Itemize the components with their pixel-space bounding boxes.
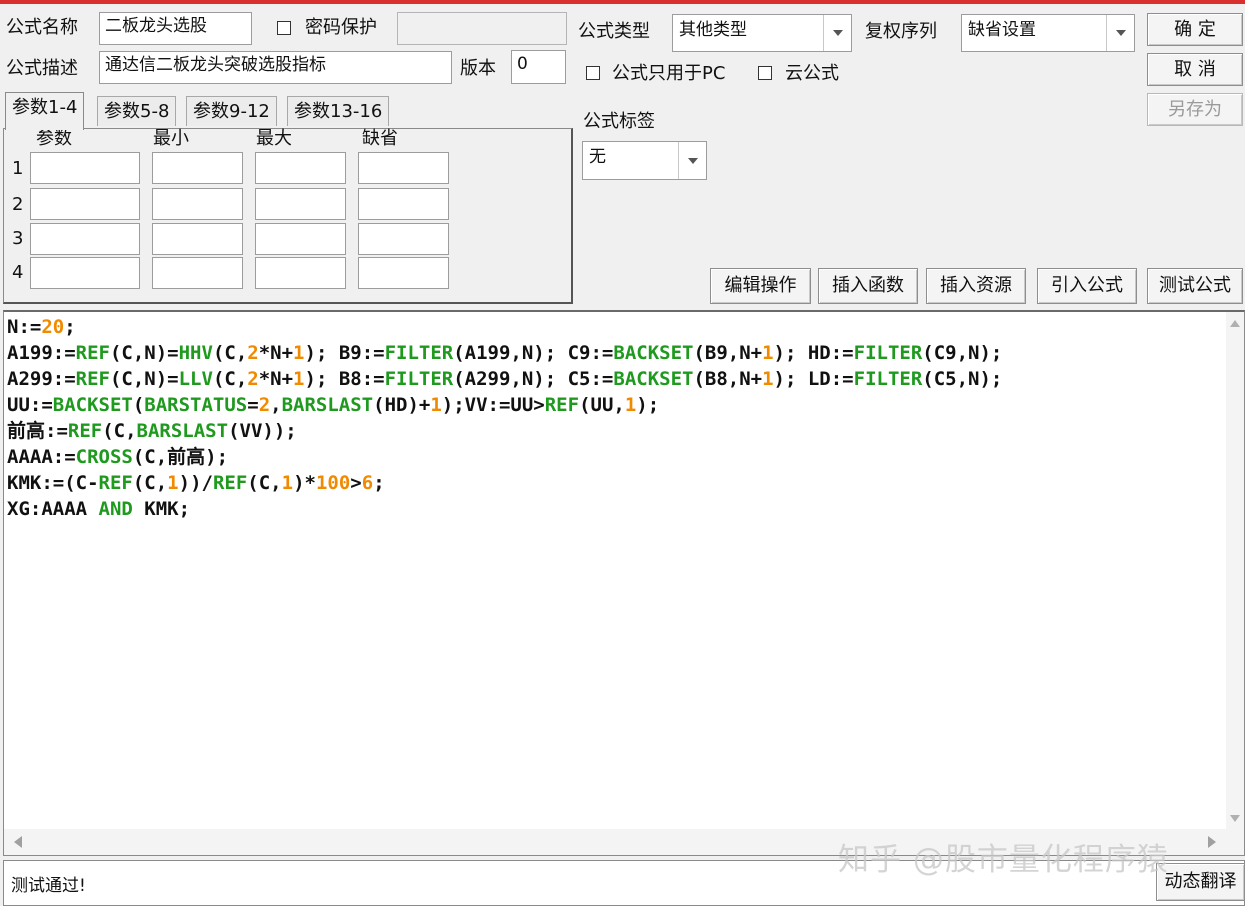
params-col-name: 参数 bbox=[36, 128, 72, 149]
tab-params-9-12[interactable]: 参数9-12 bbox=[186, 96, 277, 126]
edit-ops-button[interactable]: 编辑操作 bbox=[710, 268, 811, 304]
params-col-min: 最小 bbox=[153, 128, 189, 149]
scrollbar-corner bbox=[1226, 829, 1244, 855]
formula-name-label: 公式名称 bbox=[6, 17, 78, 38]
code-line: AAAA:=CROSS(C,前高); bbox=[7, 446, 229, 468]
chevron-down-icon[interactable] bbox=[823, 15, 851, 51]
version-label: 版本 bbox=[460, 58, 496, 79]
title-accent-bar bbox=[0, 0, 1245, 4]
version-input[interactable]: 0 bbox=[511, 50, 566, 84]
param-1-name-input[interactable] bbox=[30, 152, 140, 184]
tab-params-5-8[interactable]: 参数5-8 bbox=[97, 96, 177, 126]
param-4-name-input[interactable] bbox=[30, 257, 140, 289]
code-editor[interactable]: N:=20; A199:=REF(C,N)=HHV(C,2*N+1); B9:=F… bbox=[3, 310, 1245, 856]
code-line: A299:=REF(C,N)=LLV(C,2*N+1); B8:=FILTER(… bbox=[7, 368, 1003, 390]
formula-type-select[interactable]: 其他类型 bbox=[672, 14, 852, 52]
code-line: KMK:=(C-REF(C,1))/REF(C,1)*100>6; bbox=[7, 472, 385, 494]
scroll-down-icon[interactable] bbox=[1230, 815, 1240, 822]
tab-params-1-4[interactable]: 参数1-4 bbox=[5, 92, 85, 130]
param-2-max-input[interactable] bbox=[255, 188, 346, 220]
test-result-text: 测试通过! bbox=[11, 876, 86, 896]
param-2-min-input[interactable] bbox=[152, 188, 243, 220]
formula-tag-select[interactable]: 无 bbox=[582, 141, 707, 180]
formula-desc-input[interactable]: 通达信二板龙头突破选股指标 bbox=[99, 51, 452, 84]
param-3-min-input[interactable] bbox=[152, 223, 243, 255]
fuquan-label: 复权序列 bbox=[865, 21, 937, 42]
code-line: 前高:=REF(C,BARSLAST(VV)); bbox=[7, 420, 297, 442]
param-3-name-input[interactable] bbox=[30, 223, 140, 255]
pc-only-label: 公式只用于PC bbox=[612, 63, 726, 84]
scroll-up-icon[interactable] bbox=[1230, 320, 1240, 327]
password-input[interactable] bbox=[397, 12, 567, 45]
params-row-number: 3 bbox=[12, 228, 24, 249]
params-row-number: 1 bbox=[12, 158, 24, 179]
insert-resource-button[interactable]: 插入资源 bbox=[926, 268, 1026, 304]
formula-name-input[interactable]: 二板龙头选股 bbox=[99, 12, 252, 45]
formula-tag-value: 无 bbox=[589, 147, 606, 167]
param-2-default-input[interactable] bbox=[358, 188, 449, 220]
fuquan-select[interactable]: 缺省设置 bbox=[961, 14, 1135, 52]
chevron-down-icon[interactable] bbox=[678, 142, 706, 179]
cloud-formula-label: 云公式 bbox=[785, 63, 839, 84]
formula-desc-label: 公式描述 bbox=[6, 58, 78, 79]
param-4-max-input[interactable] bbox=[255, 257, 346, 289]
params-col-max: 最大 bbox=[256, 128, 292, 149]
param-1-max-input[interactable] bbox=[255, 152, 346, 184]
dynamic-translate-button[interactable]: 动态翻译 bbox=[1156, 863, 1245, 901]
code-line: XG:AAAA AND KMK; bbox=[7, 498, 191, 520]
chevron-down-icon[interactable] bbox=[1106, 15, 1134, 51]
params-col-default: 缺省 bbox=[362, 128, 398, 149]
password-protect-checkbox[interactable] bbox=[277, 21, 291, 35]
code-line: A199:=REF(C,N)=HHV(C,2*N+1); B9:=FILTER(… bbox=[7, 342, 1003, 364]
confirm-button[interactable]: 确 定 bbox=[1147, 13, 1243, 46]
code-text[interactable]: N:=20; A199:=REF(C,N)=HHV(C,2*N+1); B9:=F… bbox=[7, 314, 1002, 522]
vertical-scrollbar[interactable] bbox=[1226, 312, 1244, 830]
pc-only-checkbox[interactable] bbox=[586, 66, 600, 80]
formula-type-value: 其他类型 bbox=[679, 20, 747, 40]
params-row-number: 2 bbox=[12, 194, 24, 215]
param-1-min-input[interactable] bbox=[152, 152, 243, 184]
cloud-formula-checkbox[interactable] bbox=[758, 66, 772, 80]
param-3-default-input[interactable] bbox=[358, 223, 449, 255]
formula-tag-label: 公式标签 bbox=[583, 111, 655, 132]
cancel-button[interactable]: 取 消 bbox=[1147, 53, 1243, 86]
code-line: UU:=BACKSET(BARSTATUS=2,BARSLAST(HD)+1);… bbox=[7, 394, 660, 416]
param-2-name-input[interactable] bbox=[30, 188, 140, 220]
save-as-button[interactable]: 另存为 bbox=[1147, 93, 1243, 126]
param-1-default-input[interactable] bbox=[358, 152, 449, 184]
param-3-max-input[interactable] bbox=[255, 223, 346, 255]
tab-params-13-16[interactable]: 参数13-16 bbox=[287, 96, 390, 126]
scroll-left-icon[interactable] bbox=[14, 836, 22, 848]
param-4-min-input[interactable] bbox=[152, 257, 243, 289]
test-formula-button[interactable]: 测试公式 bbox=[1147, 268, 1243, 304]
watermark: 知乎 @股市量化程序猿 bbox=[838, 842, 1169, 878]
formula-type-label: 公式类型 bbox=[578, 21, 650, 42]
scroll-right-icon[interactable] bbox=[1208, 836, 1216, 848]
insert-function-button[interactable]: 插入函数 bbox=[818, 268, 918, 304]
fuquan-value: 缺省设置 bbox=[968, 20, 1036, 40]
password-protect-label: 密码保护 bbox=[305, 17, 377, 38]
params-row-number: 4 bbox=[12, 262, 24, 283]
param-4-default-input[interactable] bbox=[358, 257, 449, 289]
code-line: N:=20; bbox=[7, 316, 76, 338]
import-formula-button[interactable]: 引入公式 bbox=[1037, 268, 1137, 304]
